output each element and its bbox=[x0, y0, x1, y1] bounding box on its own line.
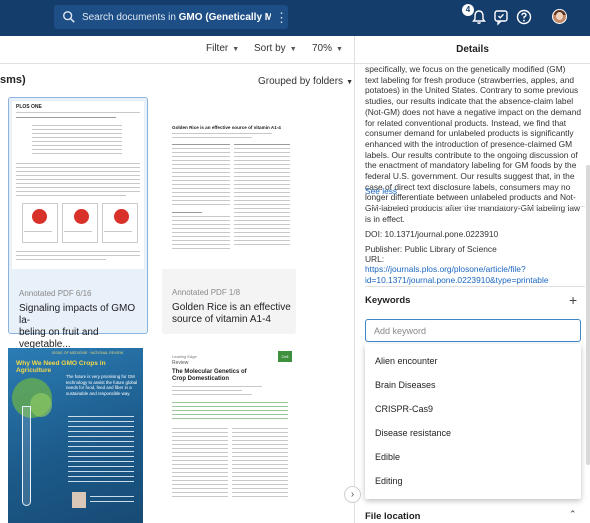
document-card-crop-domestication[interactable]: Leading Edge Review Cell The Molecular G… bbox=[162, 348, 296, 523]
keyword-input-container[interactable] bbox=[365, 319, 581, 342]
document-thumbnail: Leading Edge Review Cell The Molecular G… bbox=[162, 348, 296, 523]
notification-count-badge: 4 bbox=[462, 4, 474, 16]
chevron-down-icon: ▼ bbox=[289, 46, 297, 53]
sort-dropdown[interactable]: Sort by ▼ bbox=[254, 43, 297, 54]
document-card-gmo-labeling[interactable]: PLOS ONE Annotated PDF 6/16 Signaling im… bbox=[8, 97, 148, 350]
divider bbox=[365, 206, 585, 207]
keyword-option[interactable]: Alien encounter bbox=[375, 356, 438, 366]
card-meta: Annotated PDF 1/8 bbox=[172, 288, 241, 297]
strawberry-image bbox=[32, 209, 47, 224]
test-tube-image bbox=[22, 406, 31, 506]
card-title: Golden Rice is an effective source of vi… bbox=[172, 302, 291, 325]
divider bbox=[365, 286, 585, 287]
user-avatar[interactable] bbox=[552, 9, 567, 24]
keyword-option[interactable]: CRISPR-Cas9 bbox=[375, 404, 433, 414]
document-thumbnail: ISSUE OF MEDICINE · NATIONAL REVIEW Why … bbox=[8, 348, 143, 523]
card-meta: Annotated PDF 6/16 bbox=[19, 289, 92, 298]
abstract-text: specifically, we focus on the geneticall… bbox=[365, 64, 582, 224]
search-icon bbox=[63, 11, 75, 23]
grouping-dropdown[interactable]: Grouped by folders ▼ bbox=[258, 76, 353, 87]
author-photo bbox=[72, 492, 86, 508]
document-grid: sms) Grouped by folders ▼ PLOS ONE Annot… bbox=[0, 64, 354, 523]
keyword-input[interactable] bbox=[366, 320, 580, 341]
keyword-option[interactable]: Editing bbox=[375, 476, 403, 486]
search-bar[interactable]: Search documents in GMO (Genetically Mod… bbox=[54, 5, 288, 29]
feedback-icon[interactable] bbox=[492, 8, 510, 26]
strawberry-image bbox=[74, 209, 89, 224]
see-less-link[interactable]: See less bbox=[365, 186, 397, 196]
document-card-golden-rice[interactable]: Golden Rice is an effective source of vi… bbox=[162, 97, 296, 334]
add-keyword-icon[interactable]: + bbox=[569, 292, 577, 308]
details-header: Details bbox=[355, 36, 590, 64]
help-icon[interactable] bbox=[515, 8, 533, 26]
url-link[interactable]: https://journals.plos.org/plosone/articl… bbox=[365, 264, 565, 285]
keyword-option[interactable]: Edible bbox=[375, 452, 400, 462]
keyword-option[interactable]: Brain Diseases bbox=[375, 380, 436, 390]
keywords-title: Keywords bbox=[365, 295, 411, 306]
strawberry-image bbox=[114, 209, 129, 224]
zoom-dropdown[interactable]: 70% ▼ bbox=[312, 43, 343, 54]
details-panel: specifically, we focus on the geneticall… bbox=[355, 64, 590, 523]
document-thumbnail: PLOS ONE bbox=[12, 101, 144, 269]
card-title: Signaling impacts of GMO la- beling on f… bbox=[19, 303, 136, 350]
cell-journal-logo: Cell bbox=[278, 351, 292, 362]
search-placeholder: Search documents in GMO (Genetically Mod… bbox=[81, 11, 271, 23]
document-thumbnail: Golden Rice is an effective source of vi… bbox=[162, 97, 296, 269]
details-scrollbar[interactable] bbox=[586, 165, 590, 465]
publisher-row: Publisher: Public Library of Science bbox=[365, 244, 497, 254]
search-options-icon[interactable]: ⋮ bbox=[275, 11, 288, 24]
file-location-title: File location bbox=[365, 511, 421, 522]
keyword-suggestions: Alien encounter Brain Diseases CRISPR-Ca… bbox=[365, 344, 581, 499]
keyword-option[interactable]: Disease resistance bbox=[375, 428, 451, 438]
view-toolbar: Filter ▼ Sort by ▼ 70% ▼ bbox=[0, 36, 354, 64]
chevron-up-icon[interactable]: ⌃ bbox=[569, 509, 577, 520]
chevron-down-icon: ▼ bbox=[232, 46, 240, 53]
folder-title: sms) bbox=[0, 74, 26, 86]
filter-dropdown[interactable]: Filter ▼ bbox=[206, 43, 239, 54]
chevron-down-icon: ▼ bbox=[336, 46, 343, 53]
top-bar: Search documents in GMO (Genetically Mod… bbox=[0, 0, 590, 36]
doi-row: DOI: 10.1371/journal.pone.0223910 bbox=[365, 229, 499, 239]
chevron-down-icon: ▼ bbox=[346, 79, 353, 86]
document-card-gmo-crops[interactable]: ISSUE OF MEDICINE · NATIONAL REVIEW Why … bbox=[8, 348, 143, 523]
